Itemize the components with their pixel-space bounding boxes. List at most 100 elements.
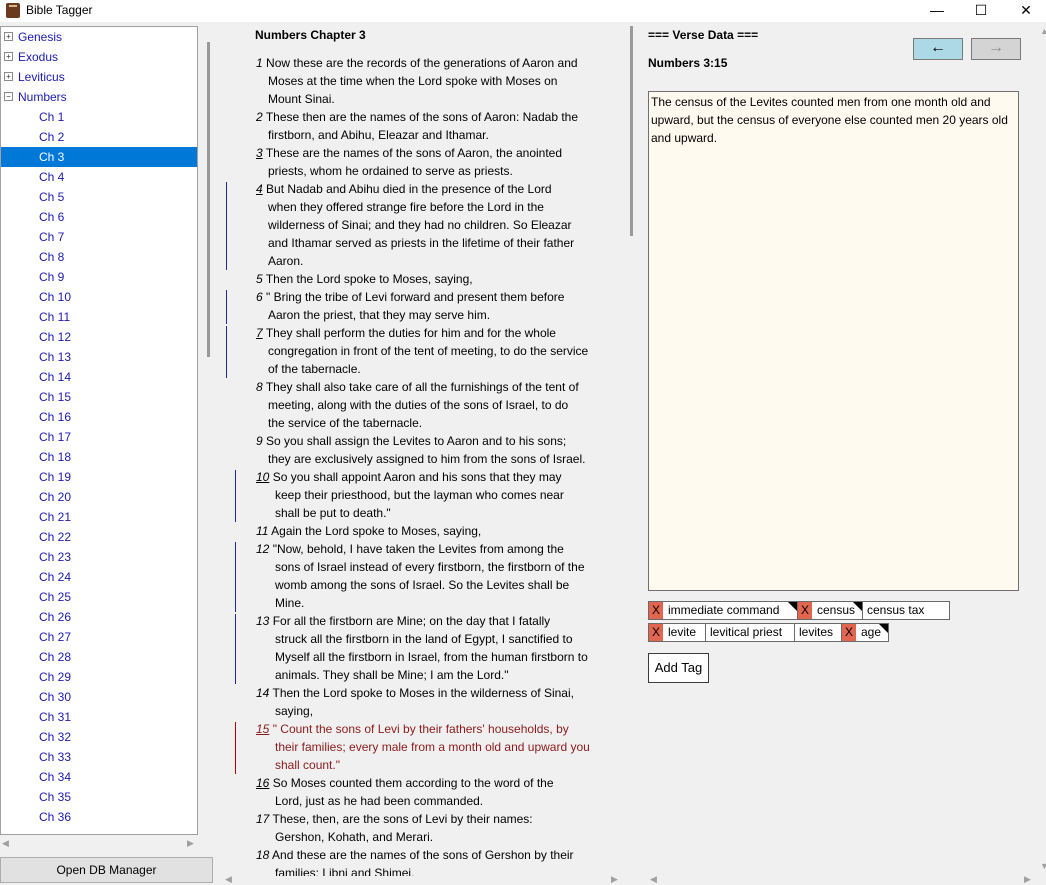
tree-book-genesis[interactable]: + Genesis [1,27,197,47]
minimize-button[interactable]: — [914,0,960,22]
tree-chapter-item[interactable]: Ch 1 [1,107,197,127]
verse-4[interactable]: 4 But Nadab and Abihu died in the presen… [256,180,620,270]
tree-chapter-item[interactable]: Ch 15 [1,387,197,407]
verse-number[interactable]: 14 [256,686,269,700]
verse-number[interactable]: 1 [256,56,263,70]
tree-chapter-item[interactable]: Ch 13 [1,347,197,367]
tree-chapter-item[interactable]: Ch 12 [1,327,197,347]
tree-chapter-item[interactable]: Ch 10 [1,287,197,307]
tree-chapter-item[interactable]: Ch 17 [1,427,197,447]
verse-13[interactable]: 13 For all the firstborn are Mine; on th… [256,612,620,684]
verse-number[interactable]: 5 [256,272,263,286]
verse-number[interactable]: 8 [256,380,263,394]
tree-chapter-item[interactable]: Ch 35 [1,787,197,807]
tree-chapter-item[interactable]: Ch 36 [1,807,197,827]
tree-chapter-item[interactable]: Ch 23 [1,547,197,567]
verse-number[interactable]: 9 [256,434,263,448]
tree-chapter-item[interactable]: Ch 30 [1,687,197,707]
tag-chip[interactable]: Xlevite [648,623,706,642]
tree-chapter-item[interactable]: Ch 25 [1,587,197,607]
tree-chapter-item[interactable]: Ch 16 [1,407,197,427]
tree-chapter-item[interactable]: Ch 26 [1,607,197,627]
tree-chapter-item[interactable]: Ch 18 [1,447,197,467]
scroll-right-icon[interactable]: ▶ [611,874,618,885]
verse-3[interactable]: 3 These are the names of the sons of Aar… [256,144,620,180]
verse-number[interactable]: 6 [256,290,263,304]
verse-number[interactable]: 4 [256,182,263,196]
add-tag-button[interactable]: Add Tag [648,653,709,683]
verse-1[interactable]: 1 Now these are the records of the gener… [256,54,620,108]
verse-18[interactable]: 18 And these are the names of the sons o… [256,846,620,876]
tree-chapter-item[interactable]: Ch 27 [1,627,197,647]
verse-number[interactable]: 16 [256,776,269,790]
verse-5[interactable]: 5 Then the Lord spoke to Moses, saying, [256,270,620,288]
verse-9[interactable]: 9 So you shall assign the Levites to Aar… [256,432,620,468]
verse-8[interactable]: 8 They shall also take care of all the f… [256,378,620,432]
tag-chip[interactable]: levites [794,623,842,642]
tree-chapter-item[interactable]: Ch 29 [1,667,197,687]
verse-number[interactable]: 18 [256,848,269,862]
tree-chapter-item[interactable]: Ch 6 [1,207,197,227]
verse-6[interactable]: 6 " Bring the tribe of Levi forward and … [256,288,620,324]
tree-chapter-item[interactable]: Ch 32 [1,727,197,747]
tree-chapter-item[interactable]: Ch 11 [1,307,197,327]
scroll-left-icon[interactable]: ◀ [225,874,232,885]
right-vertical-scrollbar[interactable]: ▲ ▼ [1040,26,1046,876]
expand-collapse-icon[interactable]: + [4,52,13,61]
next-verse-button[interactable]: → [971,38,1021,60]
verse-notes-textbox[interactable]: The census of the Levites counted men fr… [648,91,1019,591]
tree-chapter-item[interactable]: Ch 8 [1,247,197,267]
tree-chapter-item[interactable]: Ch 21 [1,507,197,527]
tree-chapter-item[interactable]: Ch 7 [1,227,197,247]
verse-14[interactable]: 14 Then the Lord spoke to Moses in the w… [256,684,620,720]
prev-verse-button[interactable]: ← [913,38,963,60]
tree-chapter-item[interactable]: Ch 3 [1,147,197,167]
verse-number[interactable]: 13 [256,614,269,628]
tree-chapter-item[interactable]: Ch 5 [1,187,197,207]
scroll-right-icon[interactable]: ▶ [187,838,194,849]
verse-2[interactable]: 2 These then are the names of the sons o… [256,108,620,144]
verse-16[interactable]: 16 So Moses counted them according to th… [256,774,620,810]
remove-tag-button[interactable]: X [798,602,812,619]
scroll-up-icon[interactable]: ▲ [1040,26,1046,36]
verse-7[interactable]: 7 They shall perform the duties for him … [256,324,620,378]
scroll-right-icon[interactable]: ▶ [1024,874,1031,885]
verse-12[interactable]: 12 "Now, behold, I have taken the Levite… [256,540,620,612]
tag-chip[interactable]: Ximmediate command [648,601,798,620]
verse-number[interactable]: 12 [256,542,269,556]
verse-number[interactable]: 2 [256,110,263,124]
chapter-vertical-scrollbar[interactable] [630,26,633,236]
verse-number[interactable]: 15 [256,722,269,736]
expand-collapse-icon[interactable]: + [4,32,13,41]
tag-chip[interactable]: census tax [862,601,950,620]
tree-chapter-item[interactable]: Ch 31 [1,707,197,727]
tree-chapter-item[interactable]: Ch 20 [1,487,197,507]
verse-11[interactable]: 11 Again the Lord spoke to Moses, saying… [256,522,620,540]
remove-tag-button[interactable]: X [649,602,663,619]
scroll-down-icon[interactable]: ▼ [1040,861,1046,871]
close-button[interactable]: ✕ [1003,0,1046,22]
verse-number[interactable]: 3 [256,146,263,160]
tree-chapter-item[interactable]: Ch 28 [1,647,197,667]
tree-horizontal-scrollbar[interactable]: ◀ ▶ [0,836,198,852]
tree-chapter-item[interactable]: Ch 24 [1,567,197,587]
tree-chapter-item[interactable]: Ch 22 [1,527,197,547]
tree-chapter-item[interactable]: Ch 14 [1,367,197,387]
tree-chapter-item[interactable]: Ch 19 [1,467,197,487]
right-horizontal-scrollbar[interactable]: ◀ ▶ [648,874,1038,884]
remove-tag-button[interactable]: X [842,624,856,641]
open-db-manager-button[interactable]: Open DB Manager [0,857,213,883]
expand-collapse-icon[interactable]: + [4,72,13,81]
tree-book-numbers[interactable]: − Numbers [1,87,197,107]
verse-number[interactable]: 10 [256,470,269,484]
maximize-button[interactable]: ☐ [958,0,1004,22]
verse-17[interactable]: 17 These, then, are the sons of Levi by … [256,810,620,846]
tree-chapter-item[interactable]: Ch 33 [1,747,197,767]
verse-number[interactable]: 11 [256,524,268,538]
remove-tag-button[interactable]: X [649,624,663,641]
tree-chapter-item[interactable]: Ch 34 [1,767,197,787]
verse-number[interactable]: 7 [256,326,263,340]
scroll-left-icon[interactable]: ◀ [2,838,9,849]
tag-chip[interactable]: Xage [841,623,889,642]
tree-book-exodus[interactable]: + Exodus [1,47,197,67]
